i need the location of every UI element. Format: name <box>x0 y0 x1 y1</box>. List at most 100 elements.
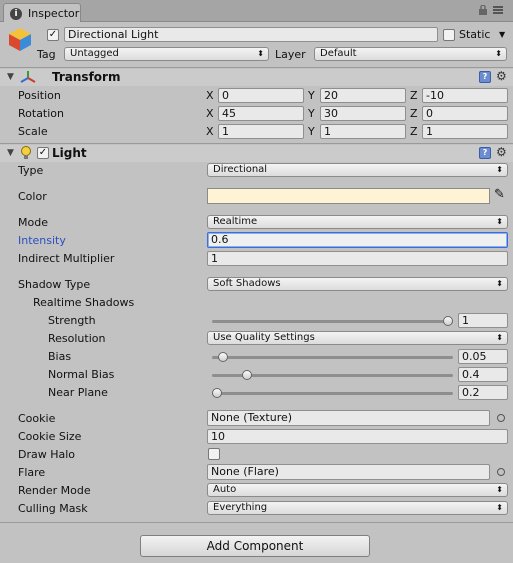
layer-dropdown[interactable]: Default ⬍ <box>314 47 507 61</box>
axis-z-label: Z <box>410 107 418 120</box>
transform-icon <box>20 70 36 84</box>
mode-dropdown-value: Realtime <box>213 216 258 227</box>
light-enabled-checkbox[interactable] <box>37 147 49 159</box>
light-bulb-icon <box>20 146 32 160</box>
object-name-input[interactable]: Directional Light <box>64 27 438 42</box>
scale-z-input[interactable]: 1 <box>422 124 508 139</box>
intensity-input[interactable]: 0.6 <box>207 232 508 248</box>
layer-dropdown-value: Default <box>320 48 357 59</box>
normal-bias-slider-thumb[interactable] <box>242 370 253 380</box>
cookie-size-label: Cookie Size <box>18 430 82 443</box>
indirect-multiplier-input[interactable]: 1 <box>207 251 508 266</box>
culling-mask-dropdown-value: Everything <box>213 502 268 513</box>
axis-x-label: X <box>206 107 214 120</box>
strength-slider-track[interactable] <box>212 320 453 323</box>
axis-y-label: Y <box>308 89 315 102</box>
static-checkbox[interactable] <box>443 29 455 41</box>
gear-icon[interactable]: ⚙ <box>496 69 507 83</box>
culling-mask-dropdown[interactable]: Everything ⬍ <box>207 501 508 515</box>
cookie-object-field[interactable]: None (Texture) <box>207 410 490 426</box>
near-plane-slider-track[interactable] <box>212 392 453 395</box>
type-dropdown[interactable]: Directional ⬍ <box>207 163 508 177</box>
chevron-updown-icon: ⬍ <box>496 217 503 226</box>
near-plane-label: Near Plane <box>48 386 108 399</box>
strength-input[interactable]: 1 <box>458 313 508 328</box>
indirect-multiplier-label: Indirect Multiplier <box>18 252 115 265</box>
axis-x-label: X <box>206 89 214 102</box>
strength-slider-thumb[interactable] <box>443 316 453 326</box>
intensity-label: Intensity <box>18 234 66 247</box>
rotation-y-input[interactable]: 30 <box>320 106 406 121</box>
tab-bar: i Inspector <box>0 0 513 22</box>
tab-inspector-label: Inspector <box>28 7 80 20</box>
object-picker-icon[interactable] <box>497 468 505 476</box>
bias-label: Bias <box>48 350 72 363</box>
scale-x-input[interactable]: 1 <box>218 124 304 139</box>
flare-object-field[interactable]: None (Flare) <box>207 464 490 480</box>
light-header[interactable]: ▼ Light ? ⚙ <box>0 145 513 162</box>
rotation-z-input[interactable]: 0 <box>422 106 508 121</box>
chevron-updown-icon: ⬍ <box>496 503 503 512</box>
static-label: Static <box>459 28 491 41</box>
mode-dropdown[interactable]: Realtime ⬍ <box>207 215 508 229</box>
draw-halo-checkbox[interactable] <box>208 448 220 460</box>
gear-icon[interactable]: ⚙ <box>496 145 507 159</box>
position-z-input[interactable]: -10 <box>422 88 508 103</box>
lock-icon[interactable] <box>478 4 488 15</box>
render-mode-label: Render Mode <box>18 484 91 497</box>
transform-header[interactable]: ▼ Transform ? ⚙ <box>0 69 513 86</box>
eyedropper-icon[interactable]: ✎ <box>494 187 505 202</box>
type-label: Type <box>18 164 44 177</box>
resolution-label: Resolution <box>48 332 106 345</box>
light-title: Light <box>52 146 87 160</box>
foldout-arrow-icon[interactable]: ▼ <box>7 72 14 82</box>
transform-title: Transform <box>52 70 121 84</box>
foldout-arrow-icon[interactable]: ▼ <box>7 148 14 158</box>
position-y-input[interactable]: 20 <box>320 88 406 103</box>
render-mode-dropdown[interactable]: Auto ⬍ <box>207 483 508 497</box>
bias-slider-track[interactable] <box>212 356 453 359</box>
gameobject-icon <box>7 26 33 52</box>
normal-bias-input[interactable]: 0.4 <box>458 367 508 382</box>
near-plane-slider-thumb[interactable] <box>212 388 222 398</box>
cookie-label: Cookie <box>18 412 56 425</box>
chevron-updown-icon: ⬍ <box>496 333 503 342</box>
realtime-shadows-label: Realtime Shadows <box>33 296 135 309</box>
object-picker-icon[interactable] <box>497 414 505 422</box>
axis-x-label: X <box>206 125 214 138</box>
add-component-button[interactable]: Add Component <box>140 535 370 557</box>
resolution-dropdown-value: Use Quality Settings <box>213 332 315 343</box>
tag-dropdown[interactable]: Untagged ⬍ <box>64 47 269 61</box>
flare-label: Flare <box>18 466 46 479</box>
scale-y-input[interactable]: 1 <box>320 124 406 139</box>
color-label: Color <box>18 190 47 203</box>
chevron-updown-icon: ⬍ <box>496 279 503 288</box>
strength-label: Strength <box>48 314 96 327</box>
position-label: Position <box>18 89 61 102</box>
axis-z-label: Z <box>410 125 418 138</box>
bias-slider-thumb[interactable] <box>217 352 228 362</box>
render-mode-dropdown-value: Auto <box>213 484 237 495</box>
near-plane-input[interactable]: 0.2 <box>458 385 508 400</box>
divider <box>0 522 513 523</box>
mode-label: Mode <box>18 216 48 229</box>
active-checkbox[interactable] <box>47 29 59 41</box>
divider <box>0 67 513 68</box>
help-icon[interactable]: ? <box>479 71 491 83</box>
color-swatch[interactable] <box>207 188 490 204</box>
cookie-size-input[interactable]: 10 <box>207 429 508 444</box>
info-icon: i <box>10 8 22 20</box>
help-icon[interactable]: ? <box>479 147 491 159</box>
tab-inspector[interactable]: i Inspector <box>3 3 81 22</box>
scale-label: Scale <box>18 125 48 138</box>
position-x-input[interactable]: 0 <box>218 88 304 103</box>
resolution-dropdown[interactable]: Use Quality Settings ⬍ <box>207 331 508 345</box>
shadow-type-label: Shadow Type <box>18 278 91 291</box>
axis-y-label: Y <box>308 107 315 120</box>
bias-input[interactable]: 0.05 <box>458 349 508 364</box>
rotation-x-input[interactable]: 45 <box>218 106 304 121</box>
shadow-type-dropdown[interactable]: Soft Shadows ⬍ <box>207 277 508 291</box>
tag-label: Tag <box>37 48 56 61</box>
menu-icon[interactable] <box>493 5 503 15</box>
static-dropdown-arrow-icon[interactable]: ▼ <box>499 30 505 39</box>
